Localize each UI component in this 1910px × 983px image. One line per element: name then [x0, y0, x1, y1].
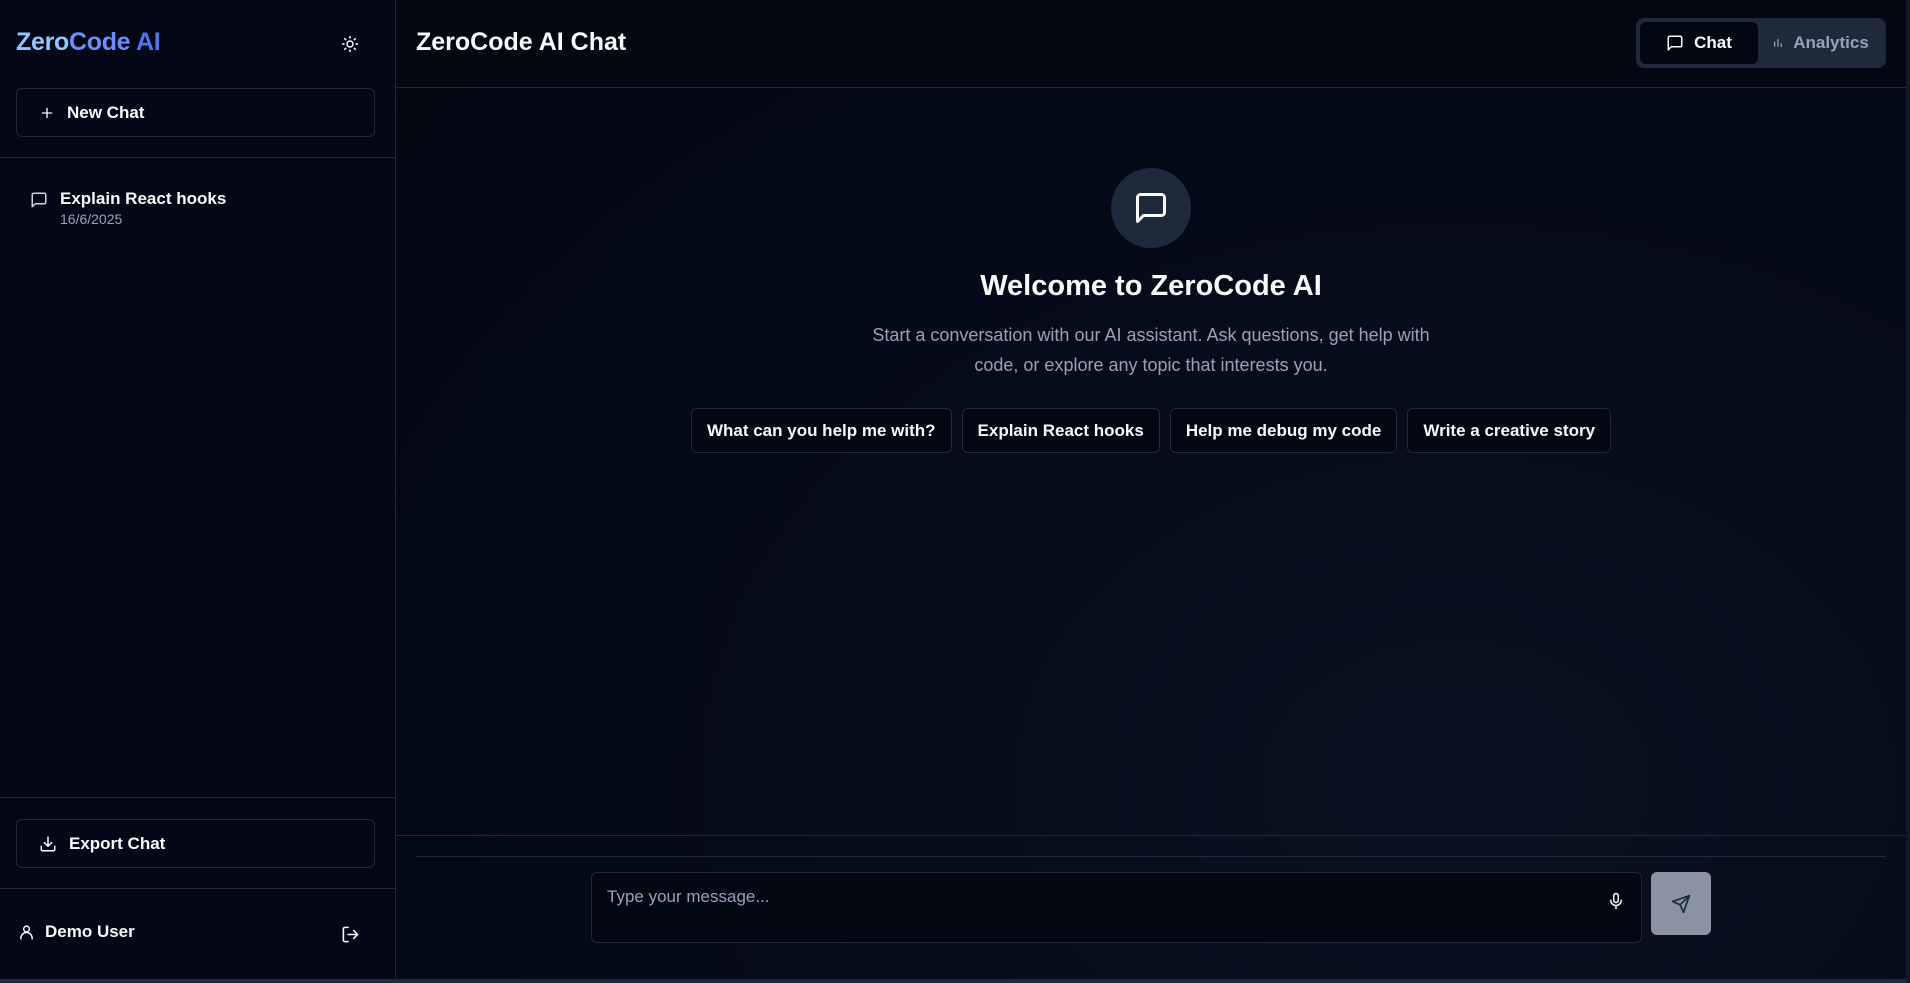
- chat-history-title: Explain React hooks: [60, 189, 227, 208]
- message-composer: [591, 872, 1642, 943]
- user-profile: Demo User: [18, 922, 135, 942]
- logout-button[interactable]: [336, 920, 364, 948]
- suggestion-button[interactable]: Write a creative story: [1407, 408, 1612, 453]
- chat-history-item[interactable]: Explain React hooks 16/6/2025: [16, 188, 375, 242]
- header: ZeroCode AI Chat Chat Analytics: [396, 0, 1906, 88]
- download-icon: [40, 836, 56, 851]
- page-title: ZeroCode AI Chat: [416, 28, 627, 56]
- view-toggle: Chat Analytics: [1636, 18, 1886, 68]
- suggestion-button[interactable]: Help me debug my code: [1169, 408, 1398, 453]
- new-chat-button[interactable]: New Chat: [16, 88, 375, 137]
- sidebar-divider: [0, 797, 396, 798]
- plus-icon: [41, 107, 53, 118]
- sidebar-divider: [0, 157, 396, 158]
- message-input[interactable]: [592, 873, 1641, 942]
- send-icon: [1671, 894, 1691, 913]
- composer-divider: [396, 835, 1906, 836]
- brand-part-1: Zero: [16, 28, 69, 56]
- mic-icon: [1610, 892, 1622, 910]
- suggestion-button[interactable]: What can you help me with?: [690, 408, 952, 453]
- user-icon: [20, 924, 33, 940]
- brand-part-2: Code: [68, 28, 137, 56]
- main-panel: ZeroCode AI Chat Chat Analytics Welcome …: [396, 0, 1910, 979]
- chat-history-date: 16/6/2025: [60, 211, 123, 227]
- suggestion-list: What can you help me with? Explain React…: [396, 408, 1906, 453]
- brand-logo: ZeroCode AI: [16, 28, 161, 57]
- window-bottom-edge: [0, 979, 1910, 983]
- tab-chat-label: Chat: [1694, 33, 1732, 52]
- suggestion-button[interactable]: Explain React hooks: [961, 408, 1160, 453]
- message-square-icon: [1136, 193, 1166, 223]
- voice-input-button[interactable]: [1602, 887, 1630, 915]
- export-chat-label: Export Chat: [69, 833, 166, 853]
- message-square-icon: [31, 192, 47, 208]
- brand-part-3: AI: [136, 28, 161, 56]
- bar-chart-icon: [1774, 39, 1783, 47]
- new-chat-label: New Chat: [67, 102, 145, 122]
- sidebar-divider: [0, 888, 396, 889]
- welcome-title: Welcome to ZeroCode AI: [980, 270, 1322, 302]
- theme-toggle-button[interactable]: [336, 30, 364, 58]
- tab-chat[interactable]: Chat: [1640, 22, 1759, 64]
- welcome-subtitle: Start a conversation with our AI assista…: [872, 325, 1430, 375]
- sun-icon: [341, 35, 359, 53]
- logout-icon: [342, 926, 358, 942]
- message-square-icon: [1667, 35, 1683, 51]
- tab-analytics[interactable]: Analytics: [1760, 22, 1882, 64]
- user-name: Demo User: [45, 922, 135, 941]
- app-root: ZeroCode AI New Chat Explain React hooks…: [0, 0, 1910, 979]
- sidebar: ZeroCode AI New Chat Explain React hooks…: [0, 0, 396, 979]
- composer-divider: [416, 856, 1886, 857]
- export-chat-button[interactable]: Export Chat: [16, 819, 375, 868]
- welcome-chat-icon: [1111, 168, 1191, 248]
- send-button[interactable]: [1651, 872, 1711, 935]
- tab-analytics-label: Analytics: [1793, 33, 1869, 52]
- window-right-edge: [1906, 0, 1910, 983]
